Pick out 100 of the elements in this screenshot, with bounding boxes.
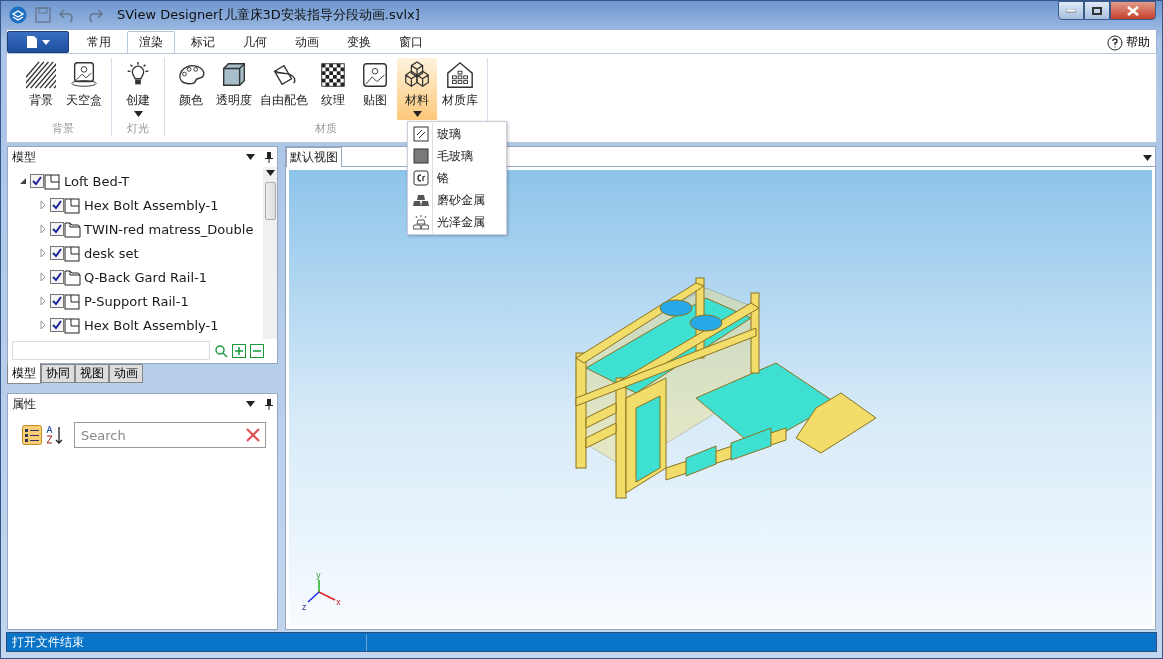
group-label: 背景	[52, 121, 74, 136]
maximize-icon	[1092, 6, 1102, 15]
glass-icon	[413, 126, 429, 142]
search-field[interactable]: Search	[74, 422, 266, 448]
sort-alphabetical-icon[interactable]	[46, 425, 64, 445]
expand-arrow-icon[interactable]	[38, 248, 48, 258]
ribbon-button[interactable]: 背景	[21, 58, 61, 120]
dropdown-arrow-icon[interactable]	[412, 111, 422, 117]
ribbon-button[interactable]: 纹理	[313, 58, 353, 120]
stacked-cubes-icon	[402, 60, 432, 90]
folded-document-icon	[64, 220, 84, 238]
ribbon-button[interactable]: 贴图	[355, 58, 395, 120]
collapse-all-icon[interactable]	[250, 343, 264, 358]
ribbon-button[interactable]: 材料	[397, 58, 437, 120]
metal-bars-icon	[413, 192, 429, 208]
ribbon-tab[interactable]: 变换	[335, 31, 383, 53]
checkbox[interactable]	[50, 318, 64, 332]
axis-label: y	[316, 572, 321, 580]
expand-all-icon[interactable]	[232, 343, 246, 358]
help-button[interactable]: 帮助	[1107, 34, 1150, 51]
expand-arrow-icon[interactable]	[38, 296, 48, 306]
warehouse-icon	[445, 60, 475, 90]
picture-icon	[69, 60, 99, 90]
axis-label: x	[336, 598, 341, 607]
frosted-glass-icon	[413, 148, 429, 164]
panel-tab[interactable]: 模型	[7, 363, 41, 384]
ribbon-button[interactable]: 创建	[118, 58, 158, 120]
ribbon-tab[interactable]: 窗口	[387, 31, 435, 53]
axis-label: z	[302, 603, 307, 612]
close-icon	[1127, 5, 1139, 16]
tree-item-label[interactable]: Loft Bed-T	[64, 173, 130, 189]
group-label: 灯光	[127, 121, 149, 136]
ribbon-button[interactable]: 颜色	[171, 58, 211, 120]
checkbox[interactable]	[50, 246, 64, 260]
panel-title: 属性	[12, 395, 37, 413]
document-icon	[26, 35, 38, 49]
maximize-button[interactable]	[1084, 1, 1110, 20]
dropdown-arrow-icon[interactable]	[133, 111, 143, 117]
ribbon-tab[interactable]: 标记	[179, 31, 227, 53]
folded-document-icon	[64, 268, 84, 286]
pin-icon[interactable]	[265, 151, 273, 163]
categorized-view-icon[interactable]	[22, 425, 42, 445]
minimize-icon	[1066, 8, 1076, 13]
dropdown-arrow-icon[interactable]	[246, 154, 255, 160]
view-tab[interactable]: 默认视图	[286, 147, 342, 167]
menu-item[interactable]: 玻璃	[408, 123, 506, 145]
clear-icon[interactable]	[245, 427, 261, 443]
tree-item-label[interactable]: Hex Bolt Assembly-1	[84, 197, 219, 213]
checkbox[interactable]	[50, 222, 64, 236]
chrome-icon	[413, 170, 429, 186]
ribbon-button[interactable]: 天空盒	[63, 58, 105, 120]
ribbon-tab[interactable]: 常用	[75, 31, 123, 53]
find-field[interactable]	[12, 341, 210, 360]
menu-item[interactable]: 毛玻璃	[408, 145, 506, 167]
menu-item[interactable]: 磨砂金属	[408, 189, 506, 211]
dropdown-arrow-icon	[42, 39, 50, 45]
picture-icon	[360, 60, 390, 90]
ribbon-tab[interactable]: 几何	[231, 31, 279, 53]
tree-item-label[interactable]: Q-Back Gard Rail-1	[84, 269, 207, 285]
menu-item[interactable]: 光泽金属	[408, 211, 506, 233]
ribbon-tab[interactable]: 渲染	[127, 31, 175, 53]
panel-tab[interactable]: 视图	[75, 364, 109, 383]
file-menu-button[interactable]	[7, 31, 69, 53]
view-menu-arrow-icon[interactable]	[1143, 155, 1152, 161]
checkerboard-icon	[318, 60, 348, 90]
scrollbar[interactable]	[263, 167, 277, 339]
tree-item-label[interactable]: Hex Bolt Assembly-1	[84, 317, 219, 333]
pin-icon[interactable]	[265, 398, 273, 410]
shiny-metal-icon	[413, 214, 429, 230]
dropdown-arrow-icon[interactable]	[246, 401, 255, 407]
hatch-icon	[26, 60, 56, 90]
scrollbar-thumb[interactable]	[264, 182, 276, 220]
status-text: 打开文件结束	[7, 633, 367, 651]
expand-arrow-icon[interactable]	[38, 224, 48, 234]
expand-arrow-icon[interactable]	[38, 272, 48, 282]
ribbon-button[interactable]: 透明度	[213, 58, 255, 120]
checkbox[interactable]	[30, 174, 44, 188]
ribbon-button[interactable]: 材质库	[439, 58, 481, 120]
checkbox[interactable]	[50, 294, 64, 308]
tree-item-label[interactable]: desk set	[84, 245, 139, 261]
close-button[interactable]	[1110, 1, 1156, 20]
ribbon-tab[interactable]: 动画	[283, 31, 331, 53]
expand-arrow-icon[interactable]	[38, 320, 48, 330]
scroll-up-icon[interactable]	[265, 170, 275, 176]
expand-arrow-icon[interactable]	[38, 200, 48, 210]
window-title: SView Designer[儿童床3D安装指导分段动画.svlx]	[117, 6, 420, 24]
collapse-arrow-icon[interactable]	[18, 176, 28, 186]
panel-tab[interactable]: 动画	[109, 364, 143, 383]
checkbox[interactable]	[50, 198, 64, 212]
app-logo-icon	[9, 6, 27, 24]
help-icon	[1107, 34, 1123, 51]
panel-tab[interactable]: 协同	[41, 364, 75, 383]
minimize-button[interactable]	[1058, 1, 1084, 20]
ribbon-button[interactable]: 自由配色	[257, 58, 311, 120]
tree-item-label[interactable]: TWIN-red matress_Double	[84, 221, 254, 237]
group-label: 材质	[315, 121, 337, 136]
tree-item-label[interactable]: P-Support Rail-1	[84, 293, 189, 309]
checkbox[interactable]	[50, 270, 64, 284]
menu-item[interactable]: 铬	[408, 167, 506, 189]
search-icon[interactable]	[214, 343, 228, 358]
